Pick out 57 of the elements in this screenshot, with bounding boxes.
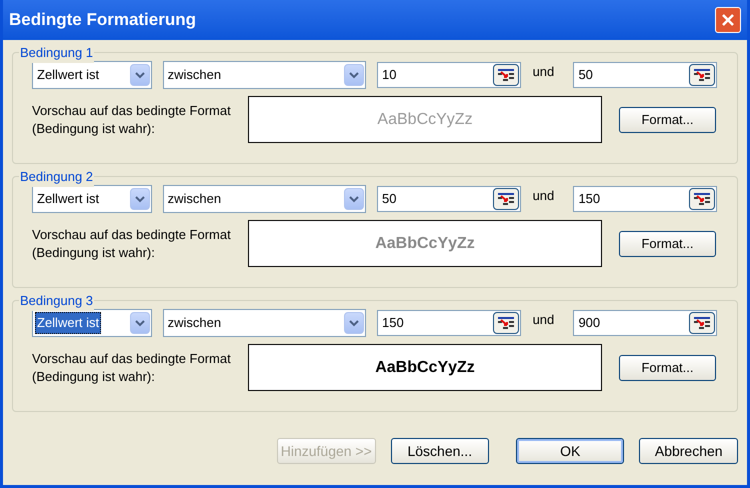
operand-dropdown[interactable]: Zellwert ist [32,61,152,89]
dropdown-arrow-button[interactable] [344,64,364,86]
preview-label: Vorschau auf das bedingte Format (Bedingung ist wahr): [32,102,232,138]
dropdown-value: Zellwert ist [35,312,102,334]
format-button[interactable]: Format... [619,354,716,380]
grid-arrow-icon [693,192,712,206]
range-picker-button[interactable] [689,312,716,334]
chevron-down-icon [349,320,360,326]
range-picker-button[interactable] [689,64,716,86]
preview-sample: AaBbCcYyZz [375,358,475,378]
und-label: und [532,187,556,206]
value-field[interactable]: 50 [377,186,521,212]
dropdown-value: Zellwert ist [36,66,100,84]
preview-label: Vorschau auf das bedingte Format (Bedingung ist wahr): [32,350,232,386]
range-picker-button[interactable] [492,64,519,86]
range-picker-button[interactable] [492,312,519,334]
value-field[interactable]: 10 [377,62,521,88]
operator-dropdown[interactable]: zwischen [162,61,366,89]
dropdown-arrow-button[interactable] [130,64,150,86]
close-icon [721,13,735,27]
dialog-button[interactable]: OK [516,438,624,464]
range-picker-button[interactable] [689,188,716,210]
value-field[interactable]: 150 [573,186,718,212]
format-button[interactable]: Format... [619,106,716,132]
value-field[interactable]: 150 [377,310,521,336]
preview-sample: AaBbCcYyZz [375,234,475,254]
operand-dropdown[interactable]: Zellwert ist [32,309,152,337]
grid-arrow-icon [693,316,712,330]
chevron-down-icon [134,320,145,326]
grid-arrow-icon [693,68,712,82]
dropdown-arrow-button[interactable] [344,312,364,334]
chevron-down-icon [134,196,145,202]
grid-arrow-icon [496,192,515,206]
value-field[interactable]: 50 [573,62,718,88]
dialog-button[interactable]: Löschen... [390,438,490,464]
value-field[interactable]: 900 [573,310,718,336]
dropdown-arrow-button[interactable] [130,312,150,334]
dropdown-arrow-button[interactable] [130,188,150,210]
preview-label: Vorschau auf das bedingte Format (Bedingung ist wahr): [32,226,232,262]
und-label: und [532,311,556,330]
operator-dropdown[interactable]: zwischen [162,185,366,213]
close-button[interactable] [715,7,741,33]
grid-arrow-icon [496,68,515,82]
range-picker-button[interactable] [492,188,519,210]
und-label: und [532,63,556,82]
grid-arrow-icon [496,316,515,330]
dialog-button[interactable]: Abbrechen [639,438,738,464]
chevron-down-icon [349,196,360,202]
preview-sample: AaBbCcYyZz [377,110,473,130]
chevron-down-icon [349,72,360,78]
operand-dropdown[interactable]: Zellwert ist [32,185,152,213]
dropdown-value: Zellwert ist [36,190,100,208]
format-button[interactable]: Format... [619,230,716,256]
dropdown-arrow-button[interactable] [344,188,364,210]
window-title: Bedingte Formatierung [9,9,196,32]
operator-dropdown[interactable]: zwischen [162,309,366,337]
chevron-down-icon [134,72,145,78]
